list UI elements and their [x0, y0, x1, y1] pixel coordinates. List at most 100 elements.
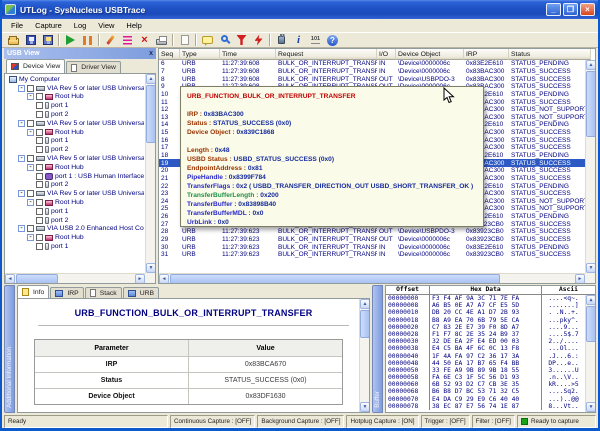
tab-device-view[interactable]: Device View — [6, 59, 65, 73]
expand-toggle[interactable]: - — [27, 129, 34, 136]
hex-row[interactable]: 0000005033 FE A9 9B 89 9B 18 553......U — [386, 367, 585, 374]
expand-toggle[interactable]: - — [18, 155, 25, 162]
checkbox[interactable] — [27, 120, 34, 127]
tree-item[interactable]: -Root Hub — [6, 233, 144, 242]
tree-item[interactable]: -Root Hub — [6, 198, 144, 207]
table-horizontal-scrollbar[interactable]: ◄ ► — [159, 273, 585, 283]
expand-toggle[interactable]: - — [27, 164, 34, 171]
expand-toggle[interactable]: - — [18, 225, 25, 232]
column-header-request[interactable]: Request — [276, 49, 377, 60]
edit-note-button[interactable] — [102, 33, 119, 47]
hex-row[interactable]: 00000038E4 C5 BA 4F 6C 0C 13 F8...Ol... — [386, 345, 585, 352]
print-button[interactable] — [153, 33, 170, 47]
hex-row[interactable]: 0000003032 DE EA 2F E4 ED 00 032../.... — [386, 338, 585, 345]
minimize-button[interactable]: _ — [546, 3, 561, 16]
hex-row[interactable]: 00000058FA 6E C3 1F 5C 56 D1 93.n..\V.. — [386, 374, 585, 381]
table-row[interactable]: 31URB11:27:39:623BULK_OR_INTERRUPT_TRANS… — [159, 251, 585, 259]
tree-item[interactable]: port 2 — [6, 110, 144, 119]
info-vertical-scrollbar[interactable]: ▲ ▼ — [359, 299, 369, 412]
hex-row[interactable]: 00000000F3 F4 AF 9A 3C 71 7E FA....<q~. — [386, 295, 585, 302]
additional-information-side-tab[interactable]: Additional Information — [4, 285, 15, 413]
checkbox[interactable] — [36, 243, 43, 250]
checkbox[interactable] — [36, 164, 43, 171]
hex-row[interactable]: 000000606B 52 93 D2 C7 CB 3E 35kR....>5 — [386, 381, 585, 388]
table-row[interactable]: 28URB11:27:39:623BULK_OR_INTERRUPT_TRANS… — [159, 228, 585, 236]
checkbox[interactable] — [36, 137, 43, 144]
tree-item[interactable]: port 2 — [6, 216, 144, 225]
checkbox[interactable] — [36, 217, 43, 224]
checkbox[interactable] — [27, 225, 34, 232]
checkbox[interactable] — [36, 102, 43, 109]
hex-row[interactable]: 00000010DB 20 CC 4E A1 D7 2B 93. .N..+. — [386, 309, 585, 316]
scrollbar-thumb[interactable] — [146, 85, 156, 143]
checkbox[interactable] — [36, 93, 43, 100]
scroll-up-button[interactable]: ▲ — [586, 60, 596, 70]
hex-row[interactable]: 00000008A6 B5 0E A7 A7 CF E5 5D.......] — [386, 302, 585, 309]
tree-item[interactable]: -Root Hub — [6, 128, 144, 137]
show-tooltip-button[interactable] — [199, 33, 216, 47]
menu-file[interactable]: File — [5, 20, 29, 31]
tree-item[interactable]: -Root Hub — [6, 93, 144, 102]
maximize-button[interactable]: ❐ — [563, 3, 578, 16]
hex-row[interactable]: 00000070E4 DA C9 29 E9 C6 40 40...)..@@ — [386, 396, 585, 403]
scrollbar-thumb[interactable] — [16, 274, 58, 284]
table-row[interactable]: 30URB11:27:39:623BULK_OR_INTERRUPT_TRANS… — [159, 243, 585, 251]
checkbox[interactable] — [27, 85, 34, 92]
help-button[interactable]: ? — [324, 33, 341, 47]
checkbox[interactable] — [27, 190, 34, 197]
info-button[interactable]: i — [290, 33, 307, 47]
hex-vertical-scrollbar[interactable]: ▲ ▼ — [585, 295, 595, 412]
tree-item[interactable]: -VIA Rev 5 or later USB Universal Host C — [6, 119, 144, 128]
expand-toggle[interactable]: - — [18, 190, 25, 197]
table-row[interactable]: 7URB11:27:39:608BULK_OR_INTERRUPT_TRANSF… — [159, 68, 585, 76]
usb-tree-button[interactable] — [273, 33, 290, 47]
checkbox[interactable] — [36, 146, 43, 153]
tab-info[interactable]: Info — [17, 285, 49, 298]
checkbox[interactable] — [36, 173, 43, 180]
hex-row[interactable]: 0000007838 EC 87 E7 56 74 1E 878...Vt.. — [386, 403, 585, 410]
tree-horizontal-scrollbar[interactable]: ◄ ► — [5, 273, 145, 283]
table-vertical-scrollbar[interactable]: ▲ ▼ — [585, 60, 595, 273]
hex-row[interactable]: 0000004844 50 EA 17 B7 65 F4 BBDP...e.. — [386, 360, 585, 367]
tree-vertical-scrollbar[interactable]: ▲ ▼ — [145, 74, 155, 273]
scroll-down-button[interactable]: ▼ — [586, 263, 596, 273]
hex-row[interactable]: 00000068B6 B8 D7 BC 53 71 32 C5....Sq2. — [386, 388, 585, 395]
tree-item[interactable]: -VIA Rev 5 or later USB Universal Host C — [6, 189, 144, 198]
scroll-down-button[interactable]: ▼ — [360, 402, 370, 412]
open-button[interactable] — [5, 33, 22, 47]
scroll-down-button[interactable]: ▼ — [586, 402, 596, 412]
tree-item[interactable]: port 1 — [6, 137, 144, 146]
tree-item[interactable]: port 1 — [6, 242, 144, 251]
column-header-type[interactable]: Type — [180, 49, 220, 60]
scroll-left-button[interactable]: ◄ — [5, 274, 15, 284]
scroll-left-button[interactable]: ◄ — [159, 274, 169, 284]
save-button[interactable] — [22, 33, 39, 47]
hex-row[interactable]: 000000401F 4A FA 97 C2 36 17 3A.J...6.: — [386, 353, 585, 360]
trigger-button[interactable] — [250, 33, 267, 47]
menu-log[interactable]: Log — [68, 20, 93, 31]
expand-toggle[interactable]: - — [18, 85, 25, 92]
checkbox[interactable] — [36, 208, 43, 215]
table-row[interactable]: 6URB11:27:39:608BULK_OR_INTERRUPT_TRANSF… — [159, 60, 585, 68]
snapshot-button[interactable] — [176, 33, 193, 47]
clear-log-button[interactable] — [119, 33, 136, 47]
menu-view[interactable]: View — [92, 20, 120, 31]
scroll-up-button[interactable]: ▲ — [586, 295, 596, 305]
column-header-io[interactable]: I/O — [377, 49, 396, 60]
tree-item[interactable]: port 2 — [6, 181, 144, 190]
buffer-side-tab[interactable]: Buffer — [372, 285, 383, 413]
tree-item[interactable]: port 1 : USB Human Interface D — [6, 172, 144, 181]
export-button[interactable] — [39, 33, 56, 47]
scroll-up-button[interactable]: ▲ — [360, 299, 370, 309]
checkbox[interactable] — [27, 155, 34, 162]
scroll-right-button[interactable]: ► — [575, 274, 585, 284]
scroll-up-button[interactable]: ▲ — [146, 74, 156, 84]
checkbox[interactable] — [36, 181, 43, 188]
column-header-seq[interactable]: Seq — [159, 49, 180, 60]
menu-capture[interactable]: Capture — [29, 20, 68, 31]
expand-toggle[interactable]: - — [27, 93, 34, 100]
find-button[interactable] — [216, 33, 233, 47]
column-header-time[interactable]: Time — [220, 49, 276, 60]
close-button[interactable]: × — [580, 3, 595, 16]
checkbox[interactable] — [36, 199, 43, 206]
